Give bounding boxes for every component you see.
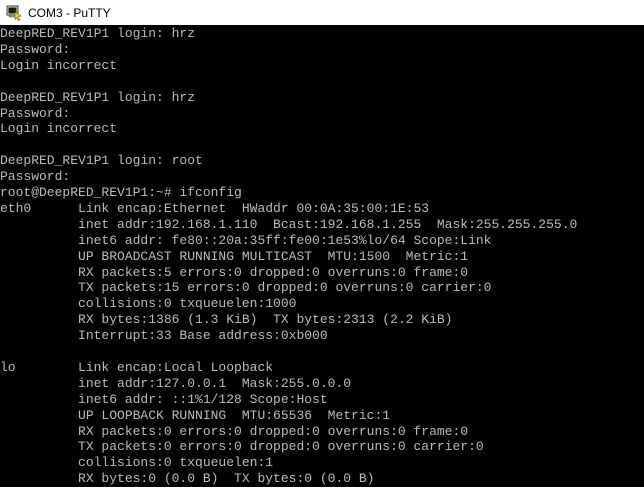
terminal-line: DeepRED_REV1P1 login: root [0, 153, 203, 169]
terminal-line: TX packets:15 errors:0 dropped:0 overrun… [0, 280, 492, 296]
terminal-line: Password: [0, 105, 71, 121]
terminal-line: inet6 addr: ::1%1/128 Scope:Host [0, 391, 328, 407]
terminal-line: Interrupt:33 Base address:0xb000 [0, 328, 328, 344]
title-bar[interactable]: COM3 - PuTTY [0, 0, 644, 25]
terminal-line: collisions:0 txqueuelen:1 [0, 455, 274, 471]
terminal-output[interactable]: DeepRED_REV1P1 login: hrz Password: Login … [0, 25, 644, 487]
terminal-line: UP BROADCAST RUNNING MULTICAST MTU:1500 … [0, 248, 469, 264]
terminal-line: RX bytes:0 (0.0 B) TX bytes:0 (0.0 B) [0, 471, 375, 487]
terminal-line: Password: [0, 41, 71, 57]
terminal-line: RX packets:5 errors:0 dropped:0 overruns… [0, 264, 469, 280]
terminal-line: TX packets:0 errors:0 dropped:0 overruns… [0, 439, 484, 455]
terminal-line: collisions:0 txqueuelen:1000 [0, 296, 297, 312]
terminal-line: RX bytes:1386 (1.3 KiB) TX bytes:2313 (2… [0, 312, 453, 328]
terminal-line: lo Link encap:Local Loopback [0, 359, 274, 375]
terminal-line: root@DeepRED_REV1P1:~# ifconfig [0, 185, 242, 200]
terminal-line: Password: [0, 169, 71, 185]
terminal-line: RX packets:0 errors:0 dropped:0 overruns… [0, 423, 469, 439]
terminal-line: DeepRED_REV1P1 login: hrz [0, 89, 196, 105]
window-title: COM3 - PuTTY [28, 5, 111, 20]
putty-window: COM3 - PuTTY DeepRED_REV1P1 login: hrz Pa… [0, 0, 644, 487]
terminal-line: DeepRED_REV1P1 login: hrz [0, 26, 196, 41]
putty-terminal-icon[interactable] [6, 5, 22, 21]
terminal-line: Login incorrect [0, 121, 118, 137]
terminal-line: UP LOOPBACK RUNNING MTU:65536 Metric:1 [0, 407, 391, 423]
terminal-line: eth0 Link encap:Ethernet HWaddr 00:0A:35… [0, 200, 430, 216]
terminal-line: inet addr:192.168.1.110 Bcast:192.168.1.… [0, 216, 578, 232]
terminal-line: inet6 addr: fe80::20a:35ff:fe00:1e53%lo/… [0, 232, 492, 248]
terminal-line: inet addr:127.0.0.1 Mask:255.0.0.0 [0, 375, 352, 391]
terminal-line: Login incorrect [0, 57, 118, 73]
